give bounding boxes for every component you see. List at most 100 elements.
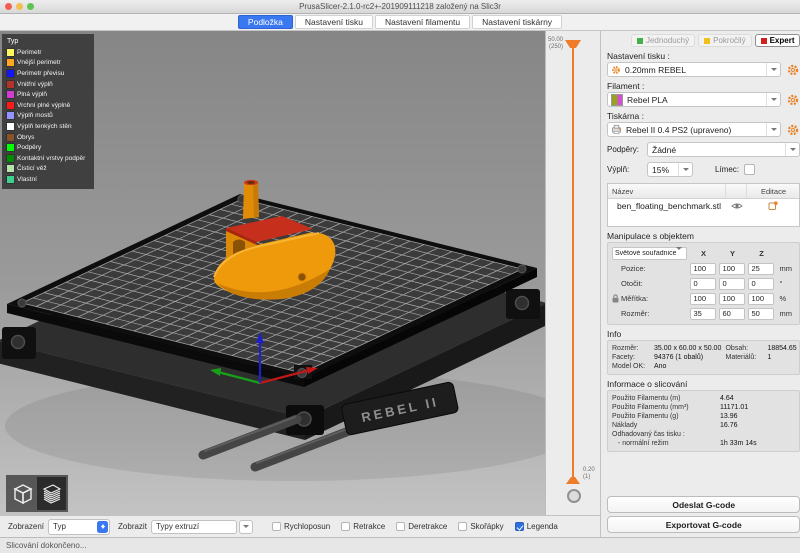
layer-slider-options-button[interactable] bbox=[567, 489, 581, 503]
send-gcode-button[interactable]: Odeslat G-code bbox=[607, 496, 800, 513]
legend-item: Čisticí věž bbox=[7, 164, 89, 175]
brim-checkbox[interactable] bbox=[744, 164, 755, 175]
legend-item: Výplň mostů bbox=[7, 111, 89, 122]
view-layers-button[interactable] bbox=[37, 477, 66, 510]
slicing-value: 13.96 bbox=[720, 413, 795, 420]
supports-dropdown[interactable]: Žádné bbox=[647, 142, 800, 157]
z-value-input[interactable] bbox=[748, 308, 774, 320]
gear-icon bbox=[611, 65, 621, 75]
toolbar-checkbox[interactable]: Deretrakce bbox=[396, 522, 447, 531]
toolbar-checkbox[interactable]: Skořápky bbox=[458, 522, 503, 531]
y-value-input[interactable] bbox=[719, 293, 745, 305]
printer-combo[interactable]: Rebel II 0.4 PS2 (upraveno) bbox=[607, 122, 781, 137]
fullscreen-button[interactable] bbox=[27, 3, 34, 10]
chevron-down-icon[interactable] bbox=[766, 123, 780, 136]
viewport-3d[interactable]: REBEL II Typ Perimetr bbox=[0, 31, 545, 515]
y-value-input[interactable] bbox=[719, 308, 745, 320]
lock-icon bbox=[612, 294, 619, 303]
legend-item: Vnitřní výplň bbox=[7, 79, 89, 90]
legend-color-icon bbox=[7, 81, 14, 88]
tab[interactable]: Podložka bbox=[238, 15, 293, 29]
legend-item: Vlastní bbox=[7, 174, 89, 185]
infill-dropdown[interactable]: 15% bbox=[647, 162, 693, 177]
info-label: Facety: bbox=[612, 354, 652, 361]
checkbox-box[interactable] bbox=[515, 522, 524, 531]
toolbar-checkbox[interactable]: Legenda bbox=[515, 522, 558, 531]
view-dropdown[interactable]: Typ bbox=[48, 519, 110, 535]
edit-printer-button[interactable] bbox=[785, 122, 800, 137]
edit-column-header: Editace bbox=[747, 187, 799, 196]
legend-items: Perimetr Vnější perimetr Per bbox=[7, 47, 89, 185]
legend-item: Perimetr bbox=[7, 47, 89, 58]
chevron-down-icon[interactable] bbox=[766, 93, 780, 106]
tab[interactable]: Nastavení filamentu bbox=[375, 15, 470, 29]
chevron-down-icon[interactable] bbox=[678, 163, 692, 176]
object-row[interactable]: ben_floating_benchmark.stl bbox=[608, 199, 799, 212]
checkbox-box[interactable] bbox=[341, 522, 350, 531]
info-panel: Rozměr: 35.00 x 60.00 x 50.00 Obsah: 188… bbox=[607, 340, 800, 375]
mode-button[interactable]: Expert bbox=[755, 34, 800, 47]
tab[interactable]: Nastavení tisku bbox=[295, 15, 373, 29]
x-value-input[interactable] bbox=[690, 263, 716, 275]
mode-button[interactable]: Jednoduchý bbox=[631, 34, 695, 47]
chevron-down-icon[interactable] bbox=[785, 143, 799, 156]
show-dropdown-button[interactable] bbox=[239, 520, 253, 534]
status-text: Slicování dokončeno... bbox=[6, 541, 87, 550]
legend-color-icon bbox=[7, 102, 14, 109]
edit-object-button[interactable] bbox=[747, 201, 799, 211]
app-window: PrusaSlicer-2.1.0-rc2+-201909111218 zalo… bbox=[0, 0, 800, 553]
layer-slider-upper-handle[interactable] bbox=[565, 40, 581, 48]
close-button[interactable] bbox=[5, 3, 12, 10]
filament-combo[interactable]: Rebel PLA bbox=[607, 92, 781, 107]
checkbox-box[interactable] bbox=[272, 522, 281, 531]
legend-item: Obrys bbox=[7, 132, 89, 143]
z-value-input[interactable] bbox=[748, 263, 774, 275]
gear-icon bbox=[787, 64, 799, 76]
print-settings-combo[interactable]: 0.20mm REBEL bbox=[607, 62, 781, 77]
layer-slider-lower-handle[interactable] bbox=[566, 477, 580, 484]
legend-color-icon bbox=[7, 59, 14, 66]
toolbar-checkbox[interactable]: Rychloposun bbox=[272, 522, 330, 531]
z-value-input[interactable] bbox=[748, 278, 774, 290]
y-value-input[interactable] bbox=[719, 263, 745, 275]
visibility-toggle[interactable] bbox=[727, 202, 747, 210]
legend-item: Perimetr převisu bbox=[7, 68, 89, 79]
slicing-value: 11171.01 bbox=[720, 404, 795, 411]
x-value-input[interactable] bbox=[690, 308, 716, 320]
slicing-info-panel: Použito Filamentu (m) 4.64 Použito Filam… bbox=[607, 390, 800, 452]
edit-print-settings-button[interactable] bbox=[785, 62, 800, 77]
viewport-column: REBEL II Typ Perimetr bbox=[0, 31, 600, 537]
edit-filament-button[interactable] bbox=[785, 92, 800, 107]
info-value bbox=[767, 363, 795, 370]
legend-color-icon bbox=[7, 134, 14, 141]
x-value-input[interactable] bbox=[690, 293, 716, 305]
y-value-input[interactable] bbox=[719, 278, 745, 290]
z-value-input[interactable] bbox=[748, 293, 774, 305]
toolbar-checkboxes: Rychloposun Retrakce Deretrakce bbox=[261, 522, 558, 531]
checkbox-box[interactable] bbox=[396, 522, 405, 531]
info-label: Obsah: bbox=[725, 345, 765, 352]
legend-item: Vnější perimetr bbox=[7, 58, 89, 69]
layer-slider-track[interactable] bbox=[572, 47, 574, 479]
chevron-down-icon[interactable] bbox=[766, 63, 780, 76]
info-label: Model OK: bbox=[612, 363, 652, 370]
coordinate-system-dropdown[interactable]: Světové souřadnice bbox=[612, 247, 687, 260]
export-gcode-button[interactable]: Exportovat G-code bbox=[607, 516, 800, 533]
info-value: 94376 (1 obalů) bbox=[654, 354, 723, 361]
slicing-value: 16.76 bbox=[720, 422, 795, 429]
toolbar-checkbox[interactable]: Retrakce bbox=[341, 522, 385, 531]
mode-button[interactable]: Pokročilý bbox=[698, 34, 751, 47]
x-value-input[interactable] bbox=[690, 278, 716, 290]
view-3d-button[interactable] bbox=[8, 477, 37, 510]
statusbar: Slicování dokončeno... bbox=[0, 537, 800, 553]
minimize-button[interactable] bbox=[16, 3, 23, 10]
legend-title: Typ bbox=[7, 38, 89, 45]
checkbox-box[interactable] bbox=[458, 522, 467, 531]
info-label: Rozměr: bbox=[612, 345, 652, 352]
show-dropdown[interactable]: Typy extruzí bbox=[151, 520, 237, 534]
unit-label: % bbox=[777, 294, 795, 303]
object-list: Název Editace ben_floating_benchmark.stl bbox=[607, 183, 800, 227]
info-label: Materiálů: bbox=[725, 354, 765, 361]
info-value: 35.00 x 60.00 x 50.00 bbox=[654, 345, 723, 352]
tab[interactable]: Nastavení tiskárny bbox=[472, 15, 562, 29]
